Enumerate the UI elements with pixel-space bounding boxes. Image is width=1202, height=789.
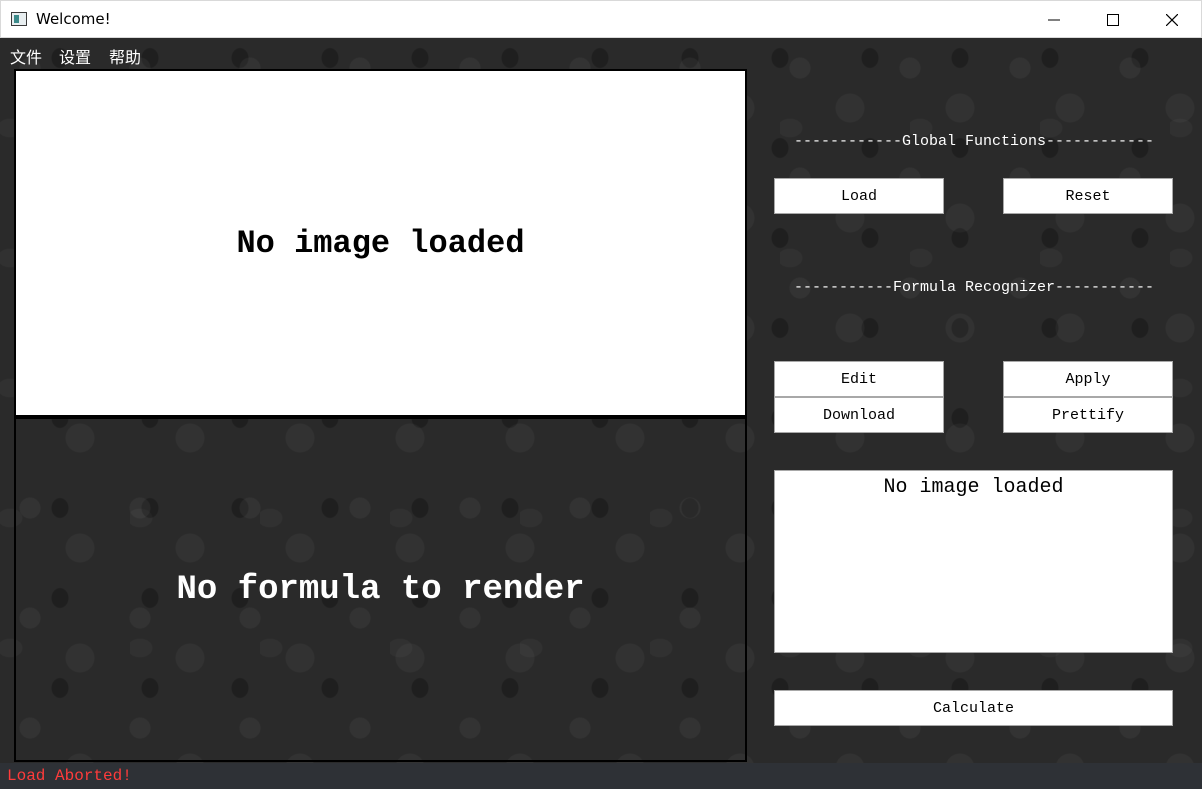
formula-render-panel: No formula to render — [14, 417, 747, 762]
menu-bar: 文件 设置 帮助 — [0, 38, 400, 68]
status-bar: Load Aborted! — [0, 763, 1202, 789]
close-icon — [1166, 13, 1178, 26]
prettify-button[interactable]: Prettify — [1003, 397, 1173, 433]
formula-recognizer-heading: -----------Formula Recognizer----------- — [793, 279, 1155, 296]
status-message: Load Aborted! — [7, 767, 132, 785]
minimize-icon — [1048, 19, 1060, 20]
image-placeholder-text: No image loaded — [236, 224, 525, 262]
close-button[interactable] — [1143, 1, 1201, 38]
edit-button[interactable]: Edit — [774, 361, 944, 397]
load-button[interactable]: Load — [774, 178, 944, 214]
formula-result-text: No image loaded — [883, 476, 1064, 499]
menu-settings[interactable]: 设置 — [59, 44, 91, 68]
menu-help[interactable]: 帮助 — [109, 44, 141, 68]
reset-button[interactable]: Reset — [1003, 178, 1173, 214]
download-button[interactable]: Download — [774, 397, 944, 433]
maximize-icon — [1107, 13, 1119, 26]
maximize-button[interactable] — [1084, 1, 1142, 38]
global-functions-heading: ------------Global Functions------------ — [793, 133, 1155, 150]
apply-button[interactable]: Apply — [1003, 361, 1173, 397]
app-icon — [11, 12, 27, 26]
window-title: Welcome! — [36, 10, 111, 28]
formula-result-box[interactable]: No image loaded — [774, 470, 1173, 653]
minimize-button[interactable] — [1025, 1, 1083, 38]
menu-file[interactable]: 文件 — [10, 44, 42, 68]
calculate-button[interactable]: Calculate — [774, 690, 1173, 726]
render-placeholder-text: No formula to render — [176, 570, 585, 609]
title-bar: Welcome! — [0, 0, 1202, 38]
image-display-panel[interactable]: No image loaded — [14, 69, 747, 417]
